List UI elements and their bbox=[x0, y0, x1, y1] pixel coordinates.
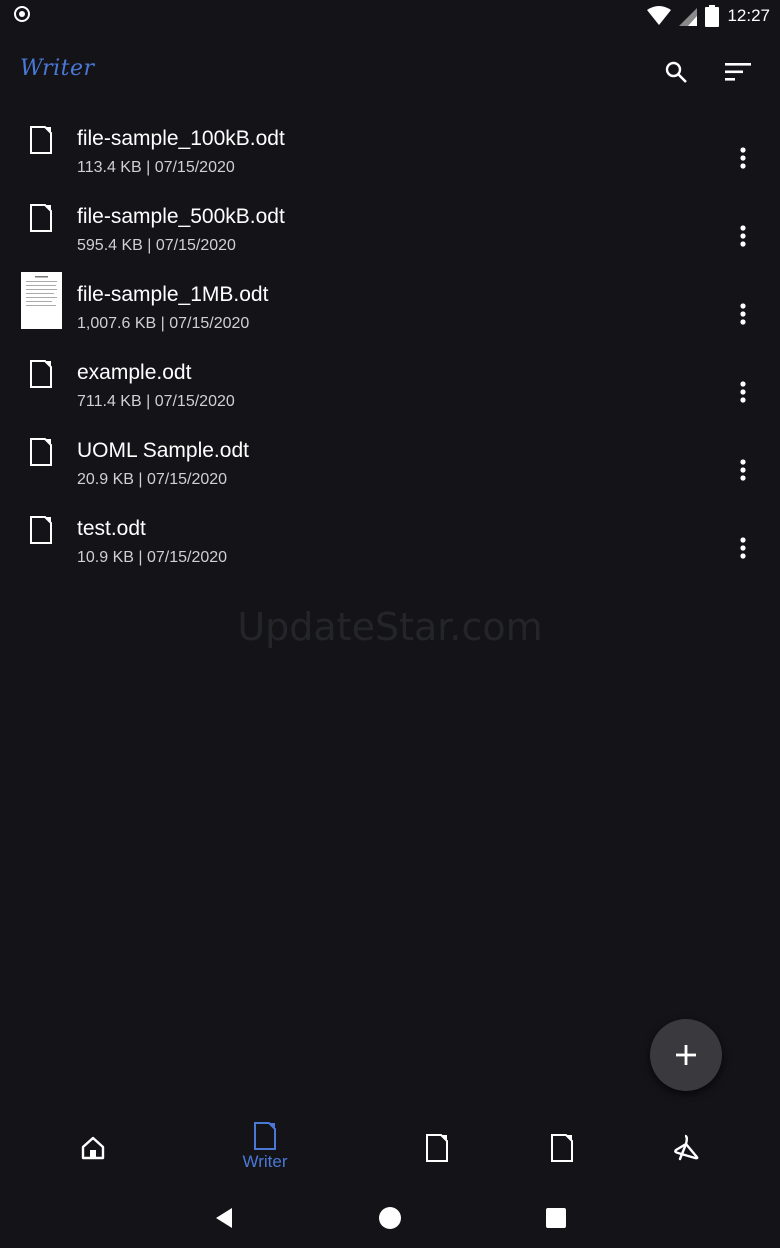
search-icon bbox=[665, 61, 687, 83]
more-options-button[interactable] bbox=[728, 218, 758, 254]
document-icon bbox=[30, 438, 52, 466]
search-button[interactable] bbox=[660, 56, 692, 88]
more-options-button[interactable] bbox=[728, 530, 758, 566]
home-circle-icon bbox=[379, 1207, 401, 1229]
document-icon bbox=[30, 360, 52, 388]
file-row[interactable]: file-sample_1MB.odt 1,007.6 KB | 07/15/2… bbox=[0, 258, 780, 336]
status-bar: 12:27 bbox=[0, 0, 780, 32]
more-vert-icon bbox=[740, 147, 746, 169]
system-nav-bar bbox=[0, 1188, 780, 1248]
sort-icon bbox=[725, 63, 751, 81]
file-row[interactable]: example.odt 711.4 KB | 07/15/2020 bbox=[0, 336, 780, 414]
document-icon bbox=[30, 204, 52, 232]
sort-button[interactable] bbox=[722, 56, 754, 88]
file-name: file-sample_100kB.odt bbox=[77, 127, 285, 150]
file-row[interactable]: file-sample_100kB.odt 113.4 KB | 07/15/2… bbox=[0, 102, 780, 180]
file-list: file-sample_100kB.odt 113.4 KB | 07/15/2… bbox=[0, 102, 780, 570]
file-row[interactable]: UOML Sample.odt 20.9 KB | 07/15/2020 bbox=[0, 414, 780, 492]
more-options-button[interactable] bbox=[728, 140, 758, 176]
more-options-button[interactable] bbox=[728, 374, 758, 410]
more-options-button[interactable] bbox=[728, 452, 758, 488]
app-title: Writer bbox=[20, 56, 95, 81]
bottom-nav: Writer bbox=[0, 1110, 780, 1190]
add-document-button[interactable] bbox=[650, 1019, 722, 1091]
writer-document-icon bbox=[254, 1122, 276, 1150]
app-bar: Writer bbox=[0, 40, 780, 104]
document-icon bbox=[30, 516, 52, 544]
file-name: file-sample_500kB.odt bbox=[77, 205, 285, 228]
thumbnail-text-lines bbox=[26, 276, 57, 306]
more-vert-icon bbox=[740, 225, 746, 247]
nav-pdf[interactable] bbox=[636, 1110, 736, 1180]
file-name: test.odt bbox=[77, 517, 146, 540]
clock: 12:27 bbox=[727, 6, 770, 25]
document-thumbnail bbox=[21, 272, 62, 329]
more-options-button[interactable] bbox=[728, 296, 758, 332]
file-meta: 10.9 KB | 07/15/2020 bbox=[77, 549, 228, 566]
pdf-icon bbox=[674, 1134, 699, 1161]
recents-icon bbox=[546, 1208, 566, 1228]
more-vert-icon bbox=[740, 303, 746, 325]
more-vert-icon bbox=[740, 537, 746, 559]
more-vert-icon bbox=[740, 381, 746, 403]
file-meta: 711.4 KB | 07/15/2020 bbox=[77, 393, 235, 410]
status-icons: 12:27 bbox=[647, 4, 770, 28]
file-row[interactable]: test.odt 10.9 KB | 07/15/2020 bbox=[0, 492, 780, 570]
file-meta: 20.9 KB | 07/15/2020 bbox=[77, 471, 228, 488]
wifi-icon bbox=[647, 6, 672, 25]
back-button[interactable] bbox=[206, 1202, 242, 1234]
watermark: UpdateStar.com bbox=[237, 605, 543, 649]
document-icon bbox=[30, 126, 52, 154]
plus-icon bbox=[676, 1045, 696, 1065]
presentation-document-icon bbox=[551, 1134, 573, 1162]
nav-writer[interactable]: Writer bbox=[215, 1110, 315, 1180]
file-name: UOML Sample.odt bbox=[77, 439, 249, 462]
spreadsheet-document-icon bbox=[426, 1134, 448, 1162]
file-meta: 595.4 KB | 07/15/2020 bbox=[77, 237, 236, 254]
nav-calc[interactable] bbox=[387, 1110, 487, 1180]
home-icon bbox=[81, 1136, 105, 1160]
nav-impress[interactable] bbox=[512, 1110, 612, 1180]
recents-button[interactable] bbox=[538, 1202, 574, 1234]
signal-icon bbox=[679, 8, 698, 26]
back-icon bbox=[216, 1208, 232, 1228]
file-name: example.odt bbox=[77, 361, 192, 384]
home-system-button[interactable] bbox=[372, 1202, 408, 1234]
record-indicator-icon bbox=[14, 6, 30, 22]
more-vert-icon bbox=[740, 459, 746, 481]
file-row[interactable]: file-sample_500kB.odt 595.4 KB | 07/15/2… bbox=[0, 180, 780, 258]
file-meta: 113.4 KB | 07/15/2020 bbox=[77, 159, 235, 176]
file-meta: 1,007.6 KB | 07/15/2020 bbox=[77, 315, 250, 332]
battery-icon bbox=[705, 5, 720, 27]
file-name: file-sample_1MB.odt bbox=[77, 283, 269, 306]
nav-writer-label: Writer bbox=[242, 1152, 288, 1171]
nav-home[interactable] bbox=[43, 1110, 143, 1180]
